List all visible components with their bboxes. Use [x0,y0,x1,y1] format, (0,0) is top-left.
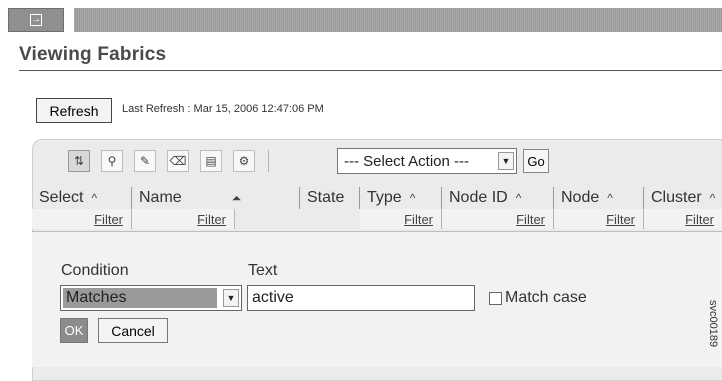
refresh-button[interactable]: Refresh [36,98,112,123]
filter-link-type[interactable]: Filter [360,209,442,229]
table-toolbar: ⇅ ⚲ ✎ ⌫ ▤ ⚙ [68,148,279,174]
select-action-dropdown[interactable]: --- Select Action --- ▼ [337,148,517,174]
toolbar-separator [268,150,269,172]
filter-cell-state [235,209,360,229]
sort-icon[interactable]: ^ [91,191,97,205]
filter-link-cluster[interactable]: Filter [644,209,722,229]
filter-icon[interactable]: ⚲ [101,150,123,172]
column-header-cluster[interactable]: Cluster ^ [644,187,722,209]
sort-icon[interactable]: ^ [410,191,416,205]
clear-icon[interactable]: ⌫ [167,150,189,172]
sort-icon[interactable]: ^ [516,191,522,205]
select-action-value: --- Select Action --- [344,152,470,170]
match-case-label: Match case [505,289,587,306]
expand-icon: → [30,14,42,26]
table-icon[interactable]: ▤ [200,150,222,172]
column-label: Select [39,189,84,206]
sort-icon[interactable]: ^ [710,191,716,205]
column-label: Name [139,189,182,206]
filter-link-node[interactable]: Filter [554,209,644,229]
last-refresh-text: Last Refresh : Mar 15, 2006 12:47:06 PM [122,103,324,115]
sort-icon[interactable]: ^ [607,191,613,205]
filter-link-select[interactable]: Filter [32,209,132,229]
column-label: Cluster [651,189,702,206]
chevron-down-icon: ▼ [498,152,514,170]
filter-link-name[interactable]: Filter [132,209,235,229]
page-title: Viewing Fabrics [19,44,167,65]
condition-label: Condition [61,262,129,279]
chevron-down-icon: ▼ [223,289,239,307]
title-divider [19,70,722,71]
cancel-button[interactable]: Cancel [98,318,168,343]
column-label: Node [561,189,600,206]
column-header-type[interactable]: Type ^ [360,187,442,209]
edit-icon[interactable]: ✎ [134,150,156,172]
condition-value: Matches [63,288,217,308]
column-header-name[interactable]: Name ⏶ [132,187,300,209]
table-header: Select ^ Name ⏶ State Type ^ Node ID ^ N… [32,187,722,231]
column-label: Node ID [449,189,508,206]
sort-icon[interactable]: ⏶ [232,191,242,206]
match-case-option[interactable]: Match case [489,289,587,307]
column-header-state[interactable]: State [300,187,360,209]
settings-icon[interactable]: ⚙ [233,150,255,172]
ok-button[interactable]: OK [60,318,88,343]
condition-dropdown[interactable]: Matches ▼ [60,285,242,311]
figure-code: svc00189 [707,300,719,348]
top-bar: → [8,8,722,32]
text-filter-input[interactable] [247,285,475,311]
go-button[interactable]: Go [523,149,549,173]
top-strip [74,8,722,32]
match-case-checkbox[interactable] [489,291,502,305]
column-header-node-id[interactable]: Node ID ^ [442,187,554,209]
column-filter-icon[interactable]: ⇅ [68,150,90,172]
column-header-node[interactable]: Node ^ [554,187,644,209]
filter-link-node-id[interactable]: Filter [442,209,554,229]
column-header-select[interactable]: Select ^ [32,187,132,209]
column-label: State [307,189,345,206]
text-label: Text [248,262,278,279]
column-label: Type [367,189,402,206]
expand-button[interactable]: → [8,8,64,32]
